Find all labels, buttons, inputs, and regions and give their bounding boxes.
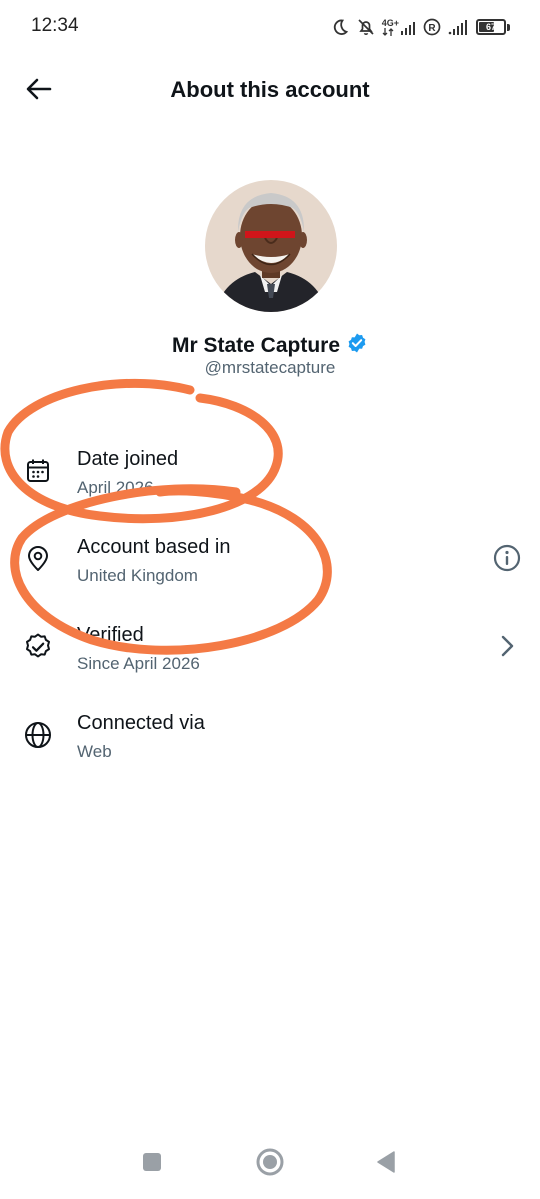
- location-pin-icon: [22, 543, 54, 575]
- recents-square-icon: [141, 1151, 163, 1178]
- status-icons: 4G+ R 67: [330, 13, 510, 41]
- battery-icon: 67: [474, 19, 510, 35]
- svg-text:R: R: [428, 23, 436, 34]
- chevron-right-button[interactable]: [490, 631, 524, 665]
- row-date-joined: Date joined April 2026: [0, 438, 540, 510]
- row-subtitle: April 2026: [77, 478, 154, 497]
- home-circle-icon: [255, 1147, 285, 1182]
- row-account-based-in: Account based in United Kingdom: [0, 526, 540, 598]
- row-connected-via: Connected via Web: [0, 702, 540, 774]
- status-bar: 12:34 4G+ R 67: [0, 0, 540, 56]
- avatar-photo: [205, 180, 337, 312]
- row-title: Account based in: [77, 536, 231, 558]
- avatar[interactable]: [205, 180, 337, 312]
- status-time: 12:34: [31, 15, 79, 36]
- row-title: Verified: [77, 624, 144, 646]
- page-title: About this account: [170, 77, 370, 102]
- recents-button[interactable]: [135, 1147, 169, 1181]
- muted-bell-icon: [356, 17, 376, 37]
- chevron-right-icon: [495, 634, 519, 663]
- row-subtitle: Since April 2026: [77, 654, 200, 673]
- row-title: Date joined: [77, 448, 179, 470]
- verified-badge-icon: [346, 332, 368, 359]
- info-button[interactable]: [490, 543, 524, 577]
- system-back-button[interactable]: [369, 1147, 403, 1181]
- verified-outline-icon: [22, 631, 54, 663]
- signal-4g-icon: 4G+: [381, 17, 416, 36]
- display-name-row: Mr State Capture: [0, 332, 540, 359]
- row-title: Connected via: [77, 712, 205, 734]
- info-icon: [492, 543, 522, 578]
- globe-icon: [22, 719, 54, 751]
- display-name: Mr State Capture: [171, 333, 341, 357]
- system-nav-bar: [0, 1133, 540, 1199]
- home-button[interactable]: [253, 1147, 287, 1181]
- network-label: 4G+: [381, 17, 399, 28]
- redaction-bar: [245, 231, 295, 238]
- handle: @mrstatecapture: [204, 358, 336, 377]
- battery-level: 67: [485, 22, 496, 32]
- moon-icon: [330, 17, 350, 37]
- row-subtitle: Web: [77, 742, 112, 761]
- signal-bars-icon: [448, 18, 468, 36]
- row-subtitle: United Kingdom: [77, 566, 198, 585]
- row-verified[interactable]: Verified Since April 2026: [0, 614, 540, 686]
- header: About this account: [0, 60, 540, 122]
- roaming-r-icon: R: [422, 17, 442, 37]
- calendar-icon: [22, 455, 54, 487]
- back-triangle-icon: [374, 1150, 398, 1179]
